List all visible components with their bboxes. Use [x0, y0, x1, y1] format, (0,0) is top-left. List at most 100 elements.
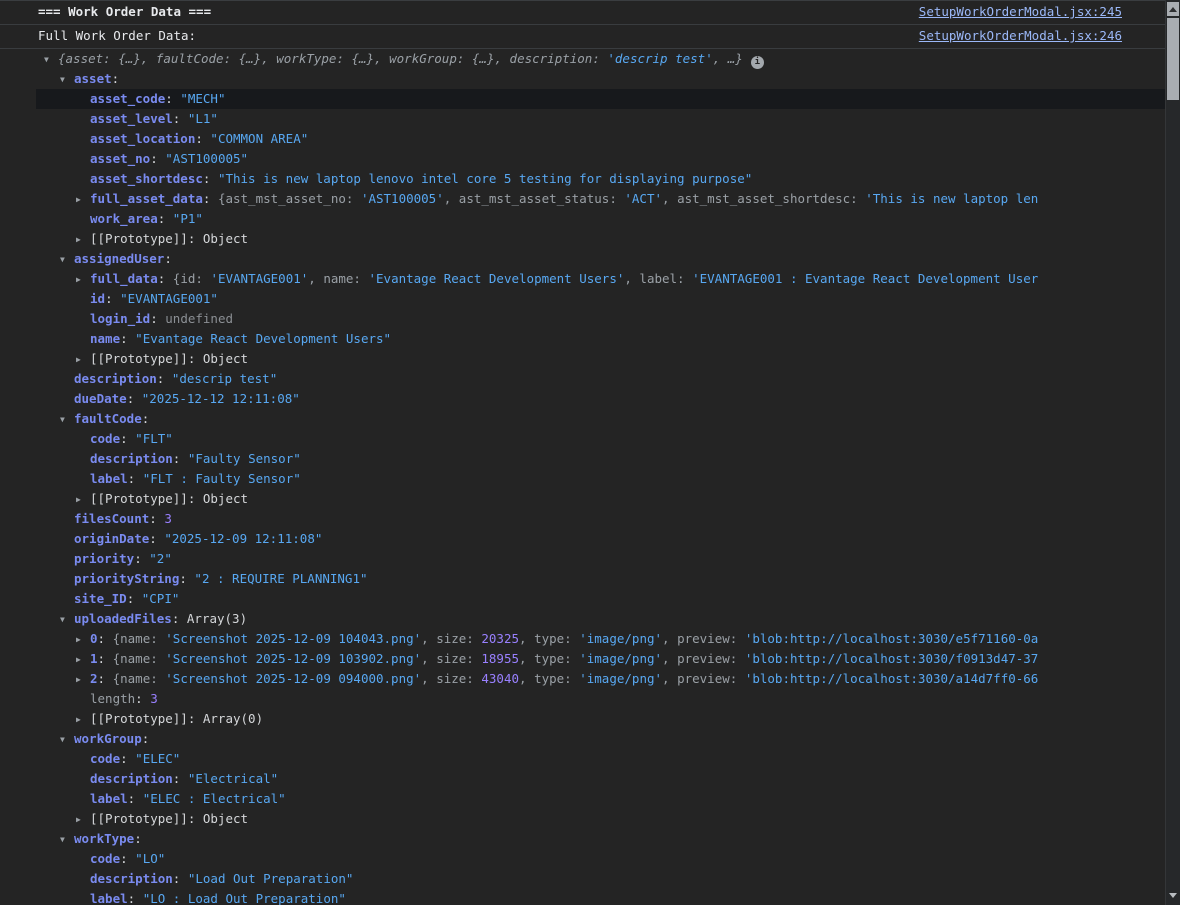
property-key: label — [90, 891, 128, 905]
triangle-right-icon[interactable]: ▶ — [76, 270, 90, 289]
plain-text: : — [173, 111, 188, 126]
plain-text: : — [120, 331, 135, 346]
triangle-right-icon[interactable]: ▶ — [76, 230, 90, 249]
tree-row: asset_level: "L1" — [0, 109, 1166, 129]
plain-text: [[Prototype]]: Object — [90, 491, 248, 506]
property-key: site_ID — [74, 591, 127, 606]
object-preview-text: , type: — [519, 651, 579, 666]
plain-text: : — [128, 471, 143, 486]
plain-text: : — [127, 391, 142, 406]
string-value: "ELEC" — [135, 751, 180, 766]
plain-text: : — [142, 411, 150, 426]
string-value: "2025-12-09 12:11:08" — [164, 531, 322, 546]
tree-row: dueDate: "2025-12-12 12:11:08" — [0, 389, 1166, 409]
plain-text: : — [172, 611, 187, 626]
tree-row: ▶1: {name: 'Screenshot 2025-12-09 103902… — [0, 649, 1166, 669]
triangle-right-icon[interactable]: ▶ — [76, 350, 90, 369]
plain-text: : — [98, 651, 113, 666]
object-preview-text: {ast_mst_asset_no: — [218, 191, 361, 206]
triangle-right-icon[interactable]: ▶ — [76, 670, 90, 689]
tree-row: asset_shortdesc: "This is new laptop len… — [0, 169, 1166, 189]
scrollbar-thumb[interactable] — [1167, 18, 1179, 100]
string-value: "Evantage React Development Users" — [135, 331, 391, 346]
triangle-right-icon[interactable]: ▶ — [76, 630, 90, 649]
property-key: asset_no — [90, 151, 150, 166]
object-preview-text: {name: — [113, 651, 166, 666]
plain-text: : — [158, 211, 173, 226]
tree-row: ▶[[Prototype]]: Array(0) — [0, 709, 1166, 729]
vertical-scrollbar[interactable] — [1165, 0, 1180, 905]
string-value: 'Evantage React Development Users' — [369, 271, 625, 286]
tree-row: description: "Electrical" — [0, 769, 1166, 789]
number-value: 20325 — [481, 631, 519, 646]
tree-row: asset_location: "COMMON AREA" — [0, 129, 1166, 149]
string-value: "2" — [149, 551, 172, 566]
plain-text: : — [120, 751, 135, 766]
property-key: asset_shortdesc — [90, 171, 203, 186]
plain-text: : — [128, 891, 143, 905]
triangle-right-icon[interactable]: ▶ — [76, 710, 90, 729]
source-link[interactable]: SetupWorkOrderModal.jsx:245 — [919, 1, 1122, 23]
tree-row: work_area: "P1" — [0, 209, 1166, 229]
property-key: label — [90, 791, 128, 806]
triangle-down-icon[interactable]: ▼ — [44, 50, 58, 69]
tree-row: asset_no: "AST100005" — [0, 149, 1166, 169]
plain-text: : — [203, 191, 218, 206]
tree-row: label: "LO : Load Out Preparation" — [0, 889, 1166, 905]
undefined-value: undefined — [165, 311, 233, 326]
property-key: asset — [74, 71, 112, 86]
tree-row: code: "ELEC" — [0, 749, 1166, 769]
triangle-down-icon[interactable]: ▼ — [60, 830, 74, 849]
tree-row: label: "ELEC : Electrical" — [0, 789, 1166, 809]
plain-text: : — [173, 771, 188, 786]
tree-row: ▶full_asset_data: {ast_mst_asset_no: 'AS… — [0, 189, 1166, 209]
property-key: code — [90, 851, 120, 866]
property-key: description — [90, 771, 173, 786]
triangle-right-icon[interactable]: ▶ — [76, 810, 90, 829]
info-icon[interactable]: i — [751, 56, 764, 69]
string-value: "EVANTAGE001" — [120, 291, 218, 306]
property-key: description — [90, 451, 173, 466]
property-key: id — [90, 291, 105, 306]
string-value: 'image/png' — [579, 671, 662, 686]
scrollbar-up-button[interactable] — [1167, 2, 1179, 16]
tree-row: ▶[[Prototype]]: Object — [0, 809, 1166, 829]
scroll-up-arrow-icon — [1169, 7, 1177, 12]
triangle-down-icon[interactable]: ▼ — [60, 610, 74, 629]
plain-text: : — [135, 691, 150, 706]
object-preview-text: , …} — [713, 51, 743, 66]
triangle-right-icon[interactable]: ▶ — [76, 190, 90, 209]
triangle-down-icon[interactable]: ▼ — [60, 250, 74, 269]
string-value: 'image/png' — [579, 631, 662, 646]
plain-text: : — [128, 791, 143, 806]
scrollbar-down-button[interactable] — [1167, 888, 1179, 902]
property-key: description — [90, 871, 173, 886]
tree-row: site_ID: "CPI" — [0, 589, 1166, 609]
property-key: faultCode — [74, 411, 142, 426]
string-value: 'blob:http://localhost:3030/e5f71160-0a — [745, 631, 1039, 646]
triangle-right-icon[interactable]: ▶ — [76, 650, 90, 669]
property-key: code — [90, 751, 120, 766]
triangle-down-icon[interactable]: ▼ — [60, 730, 74, 749]
object-preview-text: , ast_mst_asset_status: — [444, 191, 625, 206]
tree-row: ▶0: {name: 'Screenshot 2025-12-09 104043… — [0, 629, 1166, 649]
number-value: 3 — [150, 691, 158, 706]
plain-text: : — [150, 311, 165, 326]
triangle-right-icon[interactable]: ▶ — [76, 490, 90, 509]
tree-row: ▶2: {name: 'Screenshot 2025-12-09 094000… — [0, 669, 1166, 689]
plain-text: [[Prototype]]: Object — [90, 231, 248, 246]
plain-text: : — [150, 151, 165, 166]
plain-text: : — [120, 431, 135, 446]
tree-row: description: "Load Out Preparation" — [0, 869, 1166, 889]
triangle-down-icon[interactable]: ▼ — [60, 70, 74, 89]
string-value: "ELEC : Electrical" — [143, 791, 286, 806]
triangle-down-icon[interactable]: ▼ — [60, 410, 74, 429]
source-link[interactable]: SetupWorkOrderModal.jsx:246 — [919, 25, 1122, 47]
tree-row: name: "Evantage React Development Users" — [0, 329, 1166, 349]
plain-text: : — [98, 631, 113, 646]
property-key: originDate — [74, 531, 149, 546]
console-message-row: Full Work Order Data: SetupWorkOrderModal… — [0, 25, 1166, 49]
console-message-text: Full Work Order Data: — [38, 28, 196, 43]
tree-row: ▶[[Prototype]]: Object — [0, 229, 1166, 249]
number-value: 18955 — [481, 651, 519, 666]
